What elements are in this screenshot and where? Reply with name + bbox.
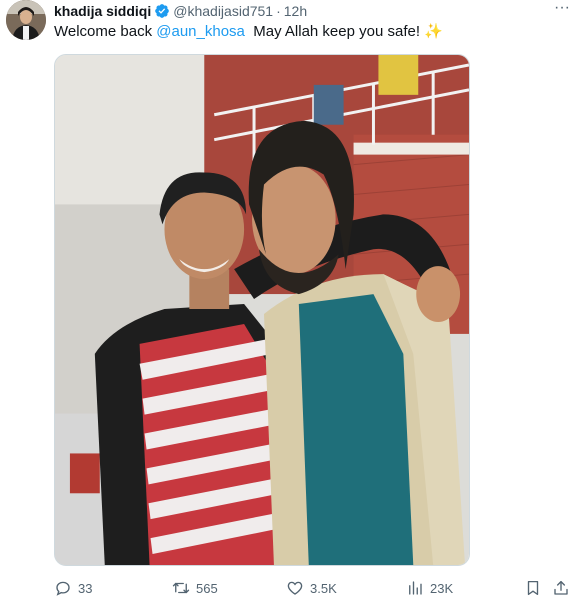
tweet-card[interactable]: khadija siddiqi @khadijasid751 · 12h ···… bbox=[0, 0, 582, 601]
like-icon bbox=[287, 581, 303, 595]
reply-button[interactable]: 33 bbox=[54, 578, 92, 598]
avatar[interactable] bbox=[6, 0, 46, 40]
separator-dot: · bbox=[276, 3, 281, 19]
display-name[interactable]: khadija siddiqi bbox=[54, 3, 151, 19]
bookmark-button[interactable] bbox=[524, 578, 542, 598]
bookmark-icon bbox=[527, 580, 539, 596]
retweet-button[interactable]: 565 bbox=[172, 578, 218, 598]
reply-count: 33 bbox=[78, 580, 93, 596]
tweet-actions-bar: 33 565 3.5K 23K bbox=[54, 578, 572, 598]
like-count: 3.5K bbox=[310, 580, 337, 596]
retweet-count: 565 bbox=[196, 580, 218, 596]
share-icon bbox=[554, 580, 568, 595]
tweet-text-part: Welcome back bbox=[54, 23, 157, 40]
views-icon bbox=[409, 581, 422, 595]
reply-icon bbox=[56, 581, 70, 596]
views-count: 23K bbox=[430, 580, 454, 596]
like-button[interactable]: 3.5K bbox=[286, 578, 337, 598]
views-button[interactable]: 23K bbox=[406, 578, 453, 598]
more-options-icon[interactable]: ··· bbox=[552, 0, 572, 18]
tweet-text: Welcome back @aun_khosa May Allah keep y… bbox=[54, 23, 443, 41]
verified-badge-icon bbox=[154, 3, 170, 19]
tweet-timestamp[interactable]: 12h bbox=[284, 3, 307, 19]
tweet-header: khadija siddiqi @khadijasid751 · 12h bbox=[54, 3, 307, 19]
user-handle[interactable]: @khadijasid751 bbox=[173, 3, 273, 19]
share-button[interactable] bbox=[552, 578, 570, 598]
tweet-photo[interactable] bbox=[54, 54, 470, 566]
retweet-icon bbox=[172, 582, 190, 594]
mention-link[interactable]: @aun_khosa bbox=[156, 23, 245, 40]
tweet-text-part: May Allah keep you safe! bbox=[244, 23, 425, 40]
sparkles-emoji: ✨ bbox=[424, 23, 443, 40]
